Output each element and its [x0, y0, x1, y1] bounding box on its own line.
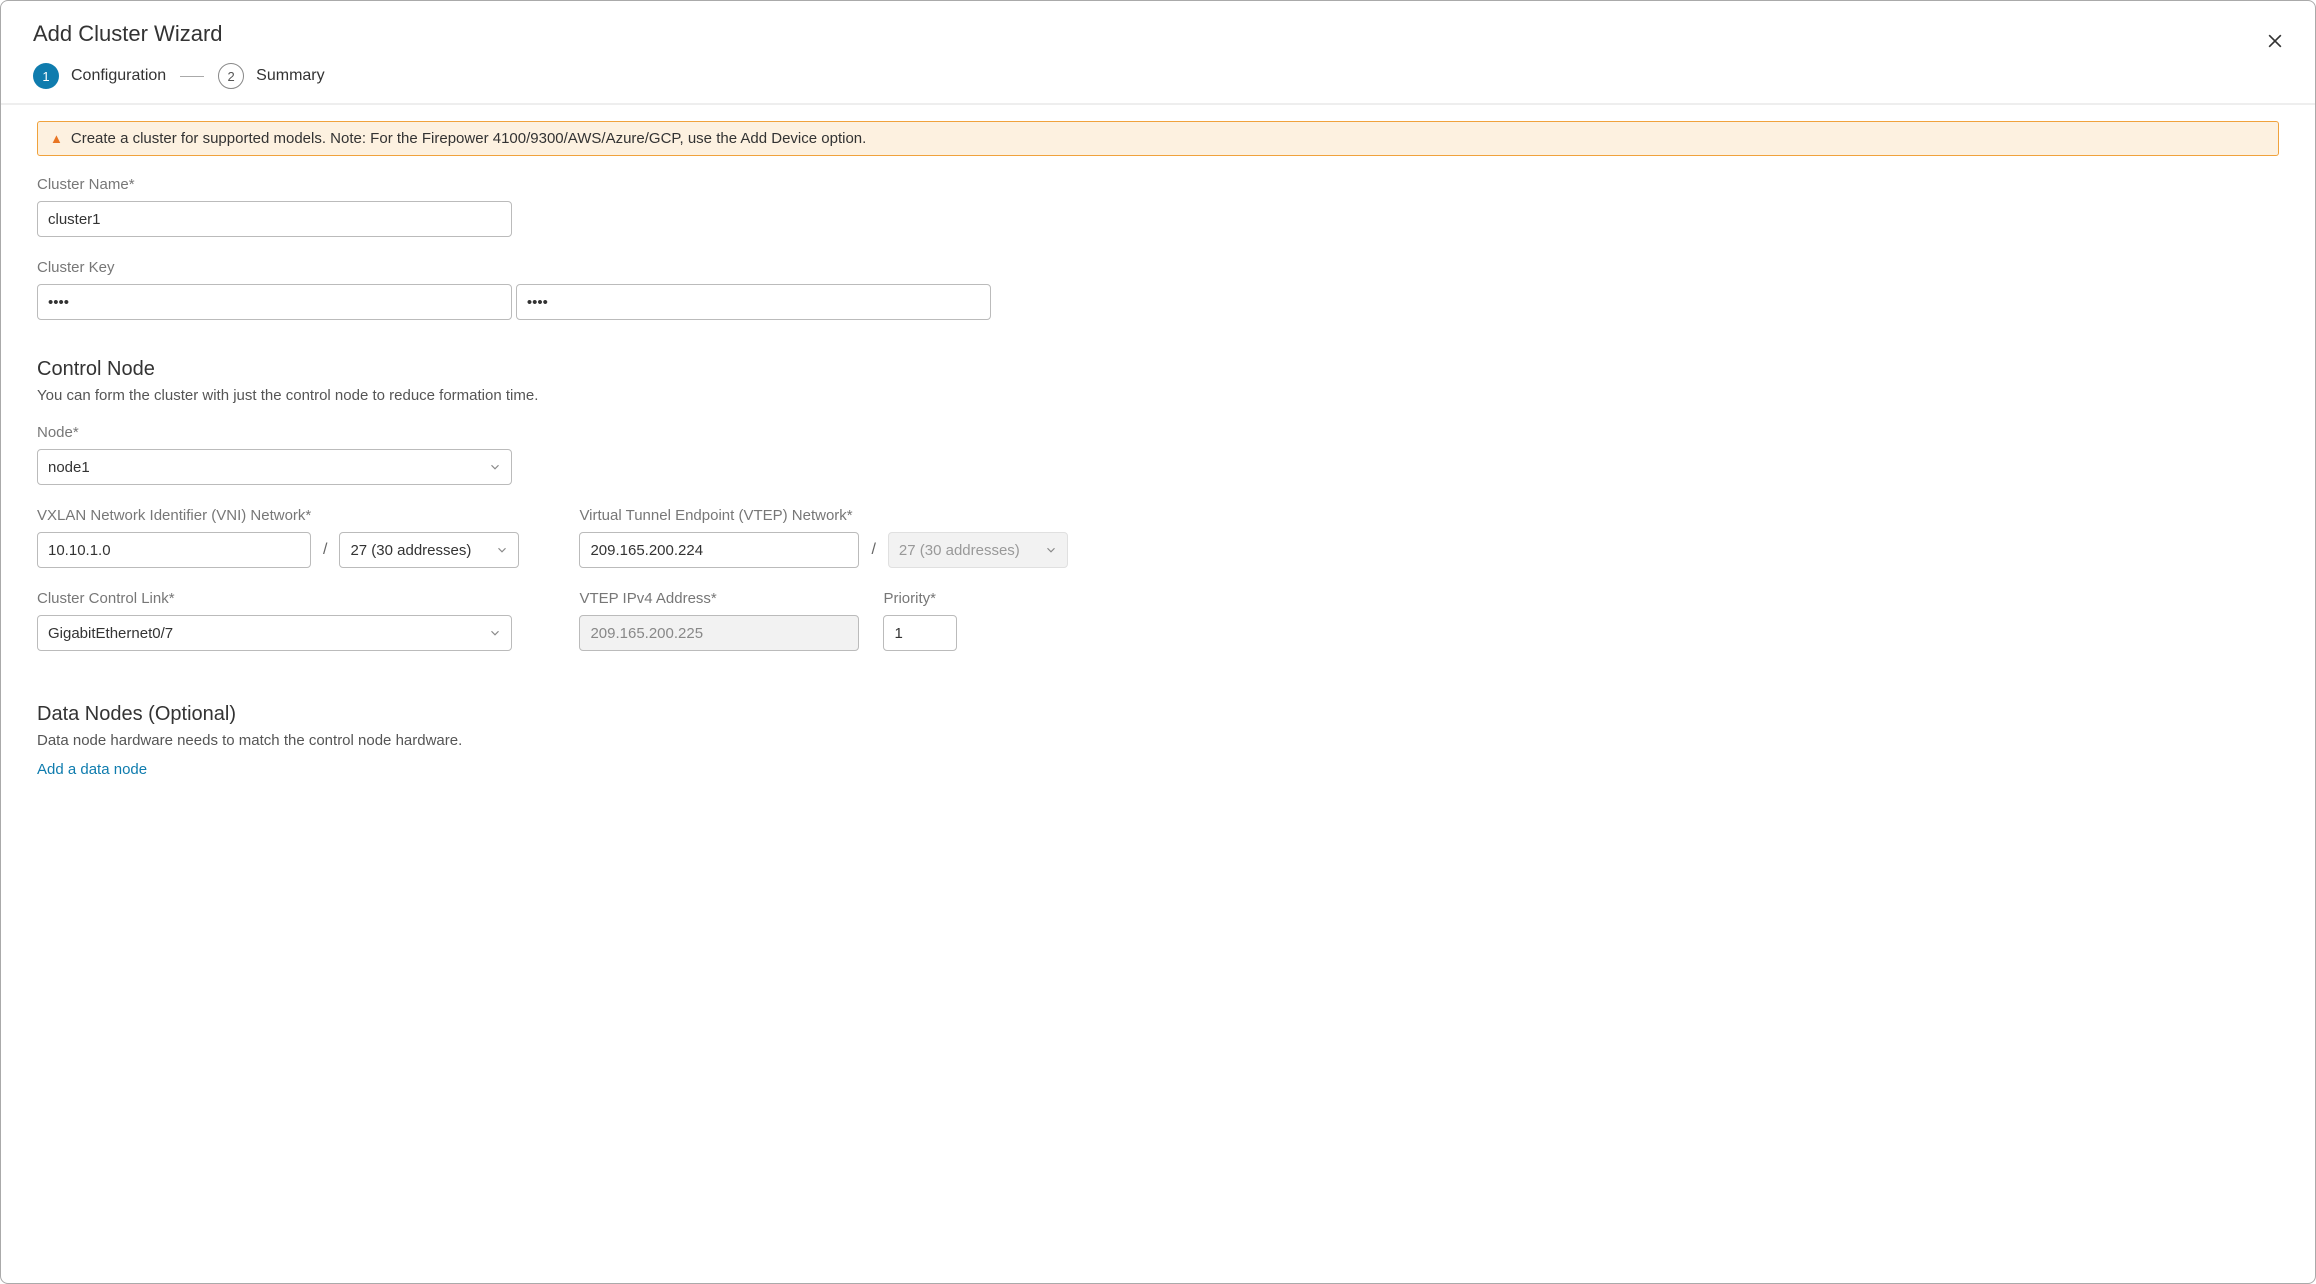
- vni-inline: /: [37, 532, 519, 568]
- step-divider: [180, 76, 204, 77]
- close-icon: [2265, 31, 2285, 51]
- vni-network-input[interactable]: [37, 532, 311, 568]
- node-select-input[interactable]: [37, 449, 512, 485]
- vtep-prefix-select: [888, 532, 1068, 568]
- modal-title: Add Cluster Wizard: [33, 21, 2283, 47]
- cluster-name-group: Cluster Name*: [37, 176, 2279, 237]
- vtep-network-input[interactable]: [579, 532, 859, 568]
- node-label: Node*: [37, 424, 2279, 441]
- network-row: VXLAN Network Identifier (VNI) Network* …: [37, 507, 2279, 673]
- banner-text: Create a cluster for supported models. N…: [71, 130, 866, 147]
- step-configuration[interactable]: 1 Configuration: [33, 63, 166, 89]
- slash-separator: /: [871, 541, 875, 559]
- step-2-label: Summary: [256, 67, 324, 85]
- vtep-group: Virtual Tunnel Endpoint (VTEP) Network* …: [579, 507, 1067, 568]
- ccl-group: Cluster Control Link*: [37, 590, 519, 651]
- modal-header: Add Cluster Wizard 1 Configuration 2 Sum…: [1, 1, 2315, 105]
- warning-icon: ▲: [50, 131, 63, 146]
- vni-group: VXLAN Network Identifier (VNI) Network* …: [37, 507, 519, 568]
- info-banner: ▲ Create a cluster for supported models.…: [37, 121, 2279, 156]
- cluster-key-group: Cluster Key: [37, 259, 2279, 328]
- step-2-number: 2: [218, 63, 244, 89]
- slash-separator: /: [323, 541, 327, 559]
- cluster-key-label: Cluster Key: [37, 259, 2279, 276]
- vtep-addr-group: VTEP IPv4 Address*: [579, 590, 859, 651]
- vtep-column: Virtual Tunnel Endpoint (VTEP) Network* …: [579, 507, 1067, 673]
- control-node-heading: Control Node: [37, 358, 2279, 381]
- priority-group: Priority*: [883, 590, 957, 651]
- vni-prefix-input[interactable]: [339, 532, 519, 568]
- step-1-label: Configuration: [71, 67, 166, 85]
- data-nodes-desc: Data node hardware needs to match the co…: [37, 732, 2279, 749]
- ccl-label: Cluster Control Link*: [37, 590, 519, 607]
- vni-prefix-select[interactable]: [339, 532, 519, 568]
- step-1-number: 1: [33, 63, 59, 89]
- vtep-prefix-input: [888, 532, 1068, 568]
- cluster-name-label: Cluster Name*: [37, 176, 2279, 193]
- vtep-label: Virtual Tunnel Endpoint (VTEP) Network*: [579, 507, 1067, 524]
- cluster-name-input[interactable]: [37, 201, 512, 237]
- control-node-desc: You can form the cluster with just the c…: [37, 387, 2279, 404]
- node-select[interactable]: [37, 449, 512, 485]
- wizard-steps: 1 Configuration 2 Summary: [33, 63, 2283, 89]
- vtep-addr-label: VTEP IPv4 Address*: [579, 590, 859, 607]
- add-cluster-wizard-modal: Add Cluster Wizard 1 Configuration 2 Sum…: [0, 0, 2316, 1284]
- vni-label: VXLAN Network Identifier (VNI) Network*: [37, 507, 519, 524]
- close-button[interactable]: [2261, 27, 2289, 55]
- vtep-addr-input: [579, 615, 859, 651]
- add-data-node-link[interactable]: Add a data node: [37, 761, 147, 778]
- cluster-key-confirm-input[interactable]: [516, 284, 991, 320]
- ccl-select[interactable]: [37, 615, 512, 651]
- ccl-select-input[interactable]: [37, 615, 512, 651]
- priority-input[interactable]: [883, 615, 957, 651]
- vtep-inline: /: [579, 532, 1067, 568]
- priority-label: Priority*: [883, 590, 957, 607]
- modal-content: ▲ Create a cluster for supported models.…: [1, 105, 2315, 794]
- cluster-key-input[interactable]: [37, 284, 512, 320]
- node-group: Node*: [37, 424, 2279, 485]
- step-summary[interactable]: 2 Summary: [218, 63, 324, 89]
- vni-column: VXLAN Network Identifier (VNI) Network* …: [37, 507, 519, 673]
- vtep-addr-priority-row: VTEP IPv4 Address* Priority*: [579, 590, 1067, 673]
- data-nodes-heading: Data Nodes (Optional): [37, 703, 2279, 726]
